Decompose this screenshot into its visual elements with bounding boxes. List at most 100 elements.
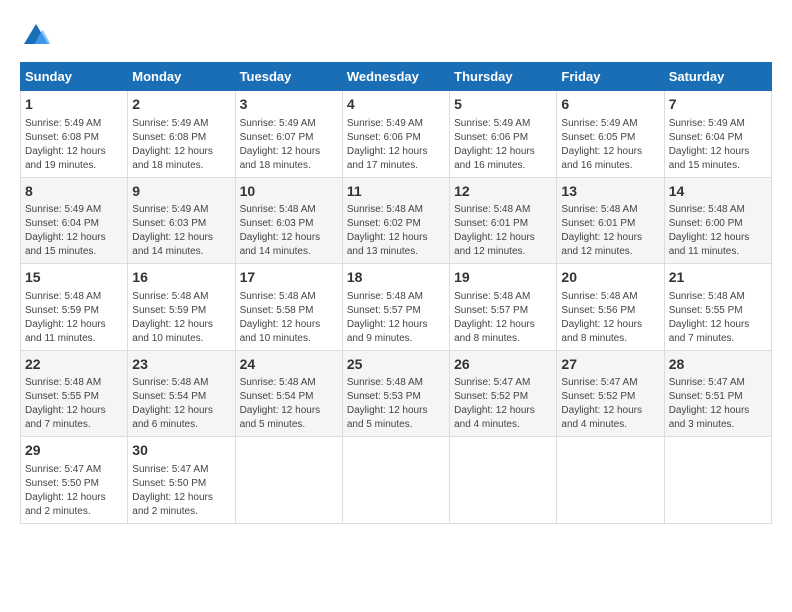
day-number: 9: [132, 182, 230, 202]
day-number: 15: [25, 268, 123, 288]
day-info: Sunrise: 5:49 AMSunset: 6:04 PMDaylight:…: [25, 203, 123, 259]
day-info: Sunrise: 5:48 AMSunset: 5:59 PMDaylight:…: [25, 290, 123, 346]
calendar-cell: 24Sunrise: 5:48 AMSunset: 5:54 PMDayligh…: [235, 350, 342, 437]
day-number: 17: [240, 268, 338, 288]
calendar-cell: [342, 437, 449, 524]
day-info: Sunrise: 5:47 AMSunset: 5:50 PMDaylight:…: [132, 463, 230, 519]
calendar-cell: [450, 437, 557, 524]
calendar-cell: 29Sunrise: 5:47 AMSunset: 5:50 PMDayligh…: [21, 437, 128, 524]
calendar-cell: 2Sunrise: 5:49 AMSunset: 6:08 PMDaylight…: [128, 91, 235, 178]
calendar-cell: 7Sunrise: 5:49 AMSunset: 6:04 PMDaylight…: [664, 91, 771, 178]
calendar-cell: 1Sunrise: 5:49 AMSunset: 6:08 PMDaylight…: [21, 91, 128, 178]
calendar-cell: 15Sunrise: 5:48 AMSunset: 5:59 PMDayligh…: [21, 264, 128, 351]
day-number: 23: [132, 355, 230, 375]
calendar-cell: 4Sunrise: 5:49 AMSunset: 6:06 PMDaylight…: [342, 91, 449, 178]
calendar-week-row: 29Sunrise: 5:47 AMSunset: 5:50 PMDayligh…: [21, 437, 772, 524]
day-number: 30: [132, 441, 230, 461]
calendar-cell: 12Sunrise: 5:48 AMSunset: 6:01 PMDayligh…: [450, 177, 557, 264]
day-number: 14: [669, 182, 767, 202]
weekday-header-saturday: Saturday: [664, 63, 771, 91]
day-number: 11: [347, 182, 445, 202]
calendar-cell: [557, 437, 664, 524]
day-number: 28: [669, 355, 767, 375]
weekday-row: SundayMondayTuesdayWednesdayThursdayFrid…: [21, 63, 772, 91]
day-number: 18: [347, 268, 445, 288]
day-number: 8: [25, 182, 123, 202]
day-number: 1: [25, 95, 123, 115]
day-number: 2: [132, 95, 230, 115]
logo: [20, 20, 56, 52]
day-info: Sunrise: 5:48 AMSunset: 5:55 PMDaylight:…: [25, 376, 123, 432]
day-info: Sunrise: 5:49 AMSunset: 6:07 PMDaylight:…: [240, 117, 338, 173]
day-info: Sunrise: 5:47 AMSunset: 5:50 PMDaylight:…: [25, 463, 123, 519]
day-info: Sunrise: 5:49 AMSunset: 6:08 PMDaylight:…: [25, 117, 123, 173]
calendar-cell: 18Sunrise: 5:48 AMSunset: 5:57 PMDayligh…: [342, 264, 449, 351]
day-info: Sunrise: 5:48 AMSunset: 6:03 PMDaylight:…: [240, 203, 338, 259]
calendar-cell: [664, 437, 771, 524]
day-info: Sunrise: 5:48 AMSunset: 5:58 PMDaylight:…: [240, 290, 338, 346]
calendar-cell: 20Sunrise: 5:48 AMSunset: 5:56 PMDayligh…: [557, 264, 664, 351]
calendar-cell: 27Sunrise: 5:47 AMSunset: 5:52 PMDayligh…: [557, 350, 664, 437]
calendar-cell: 16Sunrise: 5:48 AMSunset: 5:59 PMDayligh…: [128, 264, 235, 351]
day-info: Sunrise: 5:48 AMSunset: 6:00 PMDaylight:…: [669, 203, 767, 259]
calendar-table: SundayMondayTuesdayWednesdayThursdayFrid…: [20, 62, 772, 524]
weekday-header-tuesday: Tuesday: [235, 63, 342, 91]
calendar-cell: 9Sunrise: 5:49 AMSunset: 6:03 PMDaylight…: [128, 177, 235, 264]
day-number: 7: [669, 95, 767, 115]
logo-icon: [20, 20, 52, 52]
calendar-cell: 21Sunrise: 5:48 AMSunset: 5:55 PMDayligh…: [664, 264, 771, 351]
header: [20, 20, 772, 52]
calendar-cell: 30Sunrise: 5:47 AMSunset: 5:50 PMDayligh…: [128, 437, 235, 524]
calendar-cell: 6Sunrise: 5:49 AMSunset: 6:05 PMDaylight…: [557, 91, 664, 178]
day-info: Sunrise: 5:47 AMSunset: 5:52 PMDaylight:…: [561, 376, 659, 432]
day-number: 3: [240, 95, 338, 115]
calendar-cell: 3Sunrise: 5:49 AMSunset: 6:07 PMDaylight…: [235, 91, 342, 178]
day-info: Sunrise: 5:48 AMSunset: 5:53 PMDaylight:…: [347, 376, 445, 432]
day-info: Sunrise: 5:47 AMSunset: 5:52 PMDaylight:…: [454, 376, 552, 432]
day-info: Sunrise: 5:49 AMSunset: 6:04 PMDaylight:…: [669, 117, 767, 173]
calendar-body: 1Sunrise: 5:49 AMSunset: 6:08 PMDaylight…: [21, 91, 772, 524]
day-number: 12: [454, 182, 552, 202]
day-info: Sunrise: 5:48 AMSunset: 5:56 PMDaylight:…: [561, 290, 659, 346]
day-number: 13: [561, 182, 659, 202]
day-number: 19: [454, 268, 552, 288]
calendar-cell: 8Sunrise: 5:49 AMSunset: 6:04 PMDaylight…: [21, 177, 128, 264]
day-info: Sunrise: 5:49 AMSunset: 6:08 PMDaylight:…: [132, 117, 230, 173]
day-number: 29: [25, 441, 123, 461]
day-number: 10: [240, 182, 338, 202]
day-info: Sunrise: 5:48 AMSunset: 6:01 PMDaylight:…: [561, 203, 659, 259]
calendar-cell: 10Sunrise: 5:48 AMSunset: 6:03 PMDayligh…: [235, 177, 342, 264]
calendar-week-row: 15Sunrise: 5:48 AMSunset: 5:59 PMDayligh…: [21, 264, 772, 351]
day-number: 21: [669, 268, 767, 288]
calendar-cell: [235, 437, 342, 524]
weekday-header-friday: Friday: [557, 63, 664, 91]
day-info: Sunrise: 5:49 AMSunset: 6:06 PMDaylight:…: [347, 117, 445, 173]
day-info: Sunrise: 5:48 AMSunset: 5:57 PMDaylight:…: [454, 290, 552, 346]
day-info: Sunrise: 5:48 AMSunset: 5:54 PMDaylight:…: [132, 376, 230, 432]
day-number: 6: [561, 95, 659, 115]
calendar-cell: 13Sunrise: 5:48 AMSunset: 6:01 PMDayligh…: [557, 177, 664, 264]
calendar-week-row: 1Sunrise: 5:49 AMSunset: 6:08 PMDaylight…: [21, 91, 772, 178]
day-info: Sunrise: 5:48 AMSunset: 5:57 PMDaylight:…: [347, 290, 445, 346]
day-number: 22: [25, 355, 123, 375]
day-info: Sunrise: 5:49 AMSunset: 6:05 PMDaylight:…: [561, 117, 659, 173]
day-number: 25: [347, 355, 445, 375]
weekday-header-monday: Monday: [128, 63, 235, 91]
calendar-cell: 25Sunrise: 5:48 AMSunset: 5:53 PMDayligh…: [342, 350, 449, 437]
day-number: 27: [561, 355, 659, 375]
calendar-cell: 28Sunrise: 5:47 AMSunset: 5:51 PMDayligh…: [664, 350, 771, 437]
weekday-header-sunday: Sunday: [21, 63, 128, 91]
calendar-week-row: 22Sunrise: 5:48 AMSunset: 5:55 PMDayligh…: [21, 350, 772, 437]
calendar-cell: 26Sunrise: 5:47 AMSunset: 5:52 PMDayligh…: [450, 350, 557, 437]
day-info: Sunrise: 5:48 AMSunset: 5:54 PMDaylight:…: [240, 376, 338, 432]
day-number: 5: [454, 95, 552, 115]
day-info: Sunrise: 5:47 AMSunset: 5:51 PMDaylight:…: [669, 376, 767, 432]
day-info: Sunrise: 5:48 AMSunset: 5:55 PMDaylight:…: [669, 290, 767, 346]
day-number: 24: [240, 355, 338, 375]
day-number: 4: [347, 95, 445, 115]
calendar-cell: 23Sunrise: 5:48 AMSunset: 5:54 PMDayligh…: [128, 350, 235, 437]
calendar-cell: 19Sunrise: 5:48 AMSunset: 5:57 PMDayligh…: [450, 264, 557, 351]
calendar-cell: 5Sunrise: 5:49 AMSunset: 6:06 PMDaylight…: [450, 91, 557, 178]
weekday-header-wednesday: Wednesday: [342, 63, 449, 91]
calendar-cell: 11Sunrise: 5:48 AMSunset: 6:02 PMDayligh…: [342, 177, 449, 264]
